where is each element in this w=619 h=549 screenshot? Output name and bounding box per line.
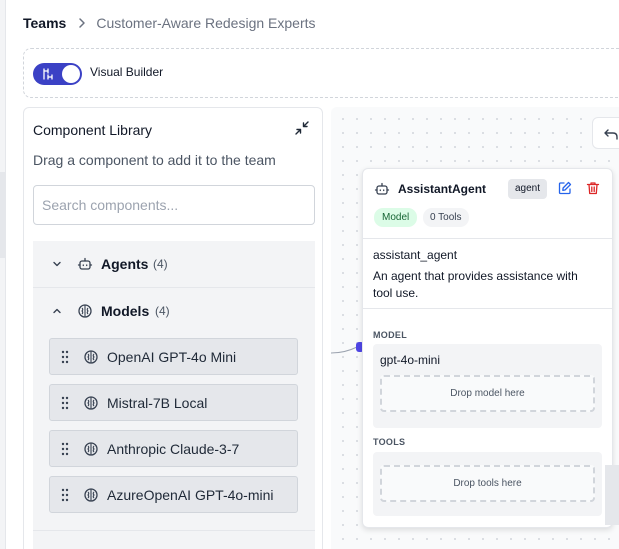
- trash-icon[interactable]: [586, 181, 600, 195]
- library-title: Component Library: [33, 122, 153, 138]
- tools-count-badge: 0 Tools: [423, 208, 469, 227]
- library-item[interactable]: Mistral-7B Local: [49, 384, 298, 421]
- model-drop-zone[interactable]: Drop model here: [380, 375, 595, 412]
- library-item-label: Mistral-7B Local: [107, 395, 208, 411]
- undo-icon: [604, 129, 618, 140]
- tools-drop-zone[interactable]: Drop tools here: [380, 465, 595, 502]
- model-section: gpt-4o-mini Drop model here: [373, 344, 602, 428]
- visual-builder-label: Visual Builder: [90, 65, 164, 79]
- breadcrumb-teams-link[interactable]: Teams: [23, 15, 66, 31]
- library-item[interactable]: OpenAI GPT-4o Mini: [49, 338, 298, 375]
- agent-name: assistant_agent: [373, 248, 458, 262]
- breadcrumb-current: Customer-Aware Redesign Experts: [96, 15, 316, 31]
- brain-icon: [84, 442, 98, 456]
- undo-button[interactable]: [592, 117, 619, 149]
- model-section-label: MODEL: [373, 330, 407, 340]
- builder-mode-icon: [43, 68, 53, 80]
- component-library-panel: Component Library Drag a component to ad…: [23, 107, 323, 549]
- group-models-count: (4): [155, 304, 170, 318]
- group-agents-header[interactable]: Agents (4): [33, 241, 315, 287]
- brain-icon: [84, 396, 98, 410]
- agent-node[interactable]: AssistantAgent agent Model 0 Tools assis…: [362, 168, 613, 528]
- rail-active-marker: [0, 172, 6, 258]
- library-item-label: Anthropic Claude-3-7: [107, 441, 240, 457]
- drag-handle-icon[interactable]: [61, 488, 69, 502]
- library-item[interactable]: AzureOpenAI GPT-4o-mini: [49, 476, 298, 513]
- search-components-input[interactable]: [33, 185, 315, 225]
- robot-icon: [77, 257, 93, 270]
- agent-description: An agent that provides assistance with t…: [373, 269, 578, 300]
- drag-handle-icon[interactable]: [61, 396, 69, 410]
- chevron-right-icon: [78, 17, 86, 29]
- library-item-label: AzureOpenAI GPT-4o-mini: [107, 487, 274, 503]
- brain-icon: [84, 350, 98, 364]
- app-page: Teams Customer-Aware Redesign Experts Vi…: [0, 0, 619, 549]
- visual-builder-toggle[interactable]: [33, 63, 82, 85]
- library-item[interactable]: Anthropic Claude-3-7: [49, 430, 298, 467]
- tools-section: Drop tools here: [373, 452, 602, 516]
- model-name: gpt-4o-mini: [380, 353, 441, 367]
- component-tree: Agents (4) Models (4) OpenAI GPT-4o Mini…: [33, 241, 315, 549]
- group-agents-count: (4): [153, 257, 168, 271]
- chevron-up-icon: [53, 308, 61, 314]
- group-divider: [33, 530, 315, 531]
- brain-icon: [84, 488, 98, 502]
- node-divider: [363, 238, 612, 239]
- canvas-side-control[interactable]: [605, 465, 619, 525]
- drag-handle-icon[interactable]: [61, 442, 69, 456]
- tools-section-label: TOOLS: [373, 437, 406, 447]
- library-item-label: OpenAI GPT-4o Mini: [107, 349, 237, 365]
- node-type-badge: agent: [508, 179, 548, 199]
- left-rail: [0, 0, 6, 549]
- builder-toolbar: Visual Builder: [23, 48, 619, 98]
- brain-icon: [78, 304, 92, 318]
- model-count-badge: Model: [374, 208, 418, 227]
- chevron-down-icon: [53, 261, 61, 267]
- minimize-icon[interactable]: [294, 120, 310, 136]
- group-models-name: Models: [101, 303, 150, 319]
- group-models-header[interactable]: Models (4): [33, 288, 315, 334]
- robot-icon: [374, 182, 390, 195]
- library-subtitle: Drag a component to add it to the team: [33, 152, 276, 168]
- node-divider: [363, 308, 612, 309]
- group-agents-name: Agents: [101, 256, 149, 272]
- toggle-knob: [62, 65, 80, 83]
- breadcrumb: Teams Customer-Aware Redesign Experts: [23, 13, 316, 33]
- node-title: AssistantAgent: [398, 182, 487, 196]
- edit-icon[interactable]: [558, 181, 572, 195]
- drag-handle-icon[interactable]: [61, 350, 69, 364]
